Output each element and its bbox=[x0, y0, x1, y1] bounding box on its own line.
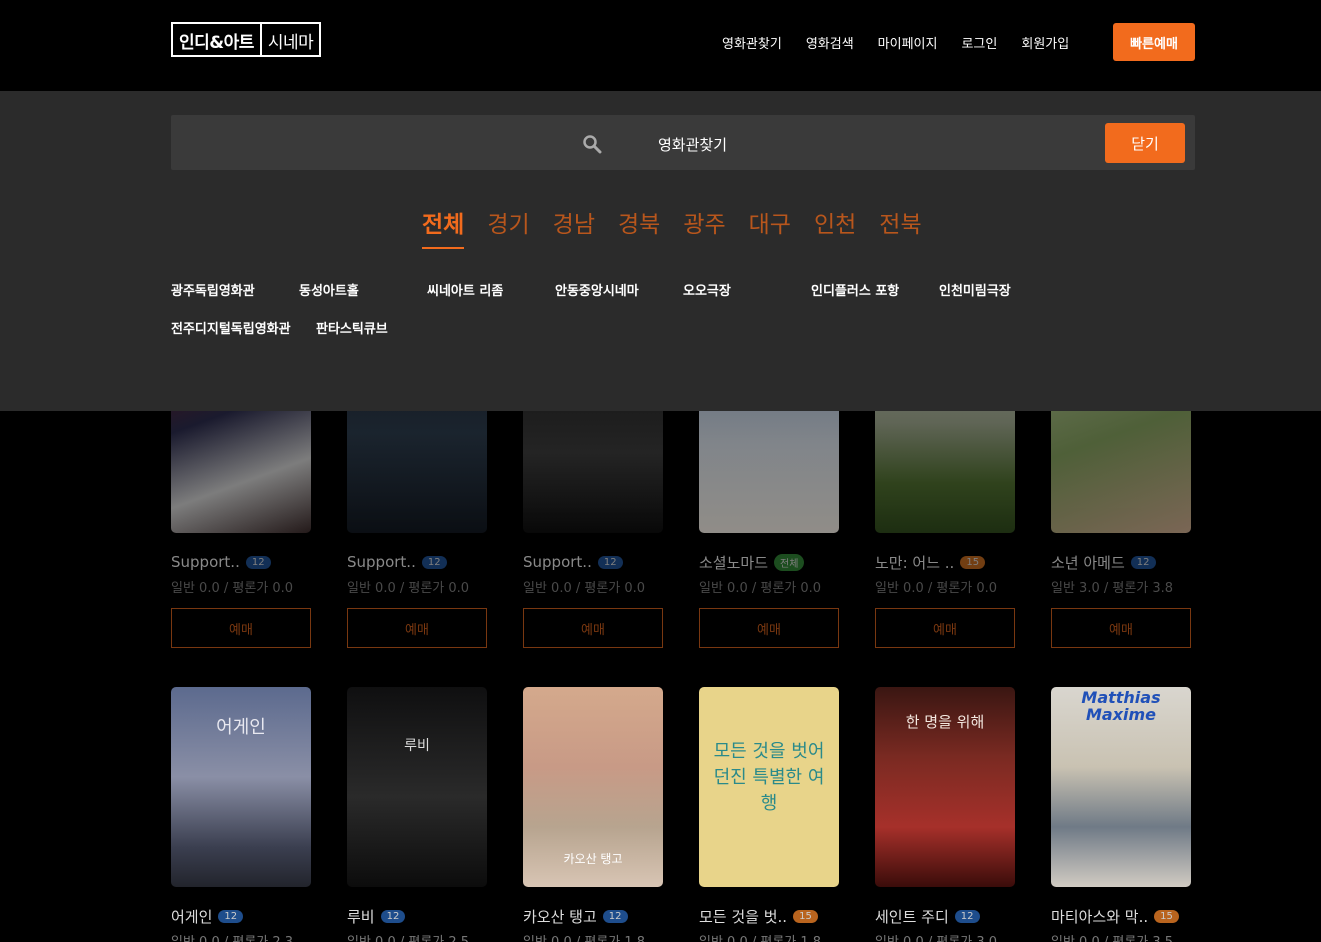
main-nav: 영화관찾기 영화검색 마이페이지 로그인 회원가입 bbox=[722, 33, 1093, 52]
movie-score: 일반 0.0 / 평론가 2.5 bbox=[347, 931, 487, 942]
movie-poster[interactable]: 루비 bbox=[347, 687, 487, 887]
movie-poster[interactable]: 카오산 탱고 bbox=[523, 687, 663, 887]
rating-badge: 15 bbox=[960, 555, 986, 569]
poster-title: Matthias Maxime bbox=[1081, 688, 1161, 724]
movie-card[interactable]: 어게인 어게인 12 일반 0.0 / 평론가 2.3 bbox=[171, 687, 311, 942]
rating-badge: 12 bbox=[421, 555, 447, 569]
nav-login[interactable]: 로그인 bbox=[961, 33, 997, 52]
movie-score: 일반 3.0 / 평론가 3.8 bbox=[1051, 581, 1174, 596]
rating-badge: 12 bbox=[218, 909, 244, 923]
finder-search-bar: 영화관찾기 닫기 bbox=[171, 115, 1195, 170]
logo-sub: 시네마 bbox=[259, 24, 319, 55]
movie-score: 일반 0.0 / 평론가 0.0 bbox=[875, 581, 998, 596]
rating-badge: 12 bbox=[245, 555, 271, 569]
rating-badge: 12 bbox=[602, 909, 628, 923]
site-header: 인디&아트 시네마 영화관찾기 영화검색 마이페이지 로그인 회원가입 빠른예매 bbox=[0, 0, 1321, 91]
nav-signup[interactable]: 회원가입 bbox=[1021, 33, 1069, 52]
movie-card[interactable]: Matthias Maxime 마티아스와 막.. 15 일반 0.0 / 평론가… bbox=[1051, 687, 1191, 942]
theater-link[interactable]: 동성아트홀 bbox=[299, 280, 359, 299]
theater-link[interactable]: 오오극장 bbox=[683, 280, 731, 299]
movie-title[interactable]: 노만: 어느 .. bbox=[875, 552, 954, 573]
movie-title[interactable]: Support.. bbox=[171, 553, 240, 571]
movie-title[interactable]: 세인트 주디 bbox=[875, 906, 949, 927]
rating-badge: 12 bbox=[597, 555, 623, 569]
movie-poster[interactable]: Matthias Maxime bbox=[1051, 687, 1191, 887]
movie-score: 일반 0.0 / 평론가 1.8 bbox=[699, 931, 839, 942]
nav-mypage[interactable]: 마이페이지 bbox=[878, 33, 938, 52]
region-tab-all[interactable]: 전체 bbox=[422, 205, 465, 249]
rating-badge: 12 bbox=[954, 909, 980, 923]
rating-badge: 12 bbox=[1130, 555, 1156, 569]
movie-title[interactable]: 소셜노마드 bbox=[699, 552, 768, 573]
movie-score: 일반 0.0 / 평론가 0.0 bbox=[171, 581, 294, 596]
movie-score: 일반 0.0 / 평론가 0.0 bbox=[347, 581, 470, 596]
region-tab-incheon[interactable]: 인천 bbox=[814, 205, 856, 249]
poster-title: 루비 bbox=[404, 738, 430, 754]
site-logo[interactable]: 인디&아트 시네마 bbox=[171, 22, 322, 57]
movie-title[interactable]: Support.. bbox=[523, 553, 592, 571]
quick-booking-button[interactable]: 빠른예매 bbox=[1113, 23, 1195, 61]
movie-card[interactable]: 한 명을 위해 세인트 주디 12 일반 0.0 / 평론가 3.0 bbox=[875, 687, 1015, 942]
poster-title: 어게인 bbox=[216, 717, 266, 738]
movie-title[interactable]: 마티아스와 막.. bbox=[1051, 906, 1148, 927]
region-tab-gyeongnam[interactable]: 경남 bbox=[553, 205, 595, 249]
region-tab-gyeonggi[interactable]: 경기 bbox=[487, 205, 529, 249]
movie-poster[interactable]: 한 명을 위해 bbox=[875, 687, 1015, 887]
movie-poster[interactable]: 모든 것을 벗어 던진 특별한 여행 bbox=[699, 687, 839, 887]
movie-title[interactable]: 어게인 bbox=[171, 906, 212, 927]
movie-poster[interactable]: 어게인 bbox=[171, 687, 311, 887]
movie-title[interactable]: 루비 bbox=[347, 906, 375, 927]
book-button[interactable]: 예매 bbox=[523, 608, 663, 648]
theater-link[interactable]: 인디플러스 포항 bbox=[811, 280, 899, 299]
movie-score: 일반 0.0 / 평론가 0.0 bbox=[699, 581, 822, 596]
book-button[interactable]: 예매 bbox=[171, 608, 311, 648]
region-tab-gwangju[interactable]: 광주 bbox=[683, 205, 725, 249]
rating-badge: 15 bbox=[793, 909, 818, 923]
close-button[interactable]: 닫기 bbox=[1105, 123, 1185, 163]
movie-score: 일반 0.0 / 평론가 1.8 bbox=[523, 931, 663, 942]
movie-score: 일반 0.0 / 평론가 3.0 bbox=[875, 931, 1015, 942]
book-button[interactable]: 예매 bbox=[699, 608, 839, 648]
book-button[interactable]: 예매 bbox=[1051, 608, 1191, 648]
theater-link[interactable]: 인천미림극장 bbox=[939, 280, 1011, 299]
nav-theater-finder[interactable]: 영화관찾기 bbox=[722, 33, 782, 52]
region-tabs: 전체 경기 경남 경북 광주 대구 인천 전북 bbox=[422, 205, 945, 249]
region-tab-daegu[interactable]: 대구 bbox=[749, 205, 791, 249]
search-icon bbox=[583, 135, 602, 154]
movie-title[interactable]: 카오산 탱고 bbox=[523, 906, 597, 927]
movie-title[interactable]: Support.. bbox=[347, 553, 416, 571]
finder-title: 영화관찾기 bbox=[658, 136, 728, 154]
region-tab-gyeongbuk[interactable]: 경북 bbox=[618, 205, 660, 249]
theater-link[interactable]: 전주디지털독립영화관 bbox=[171, 318, 291, 337]
region-tab-jeonbuk[interactable]: 전북 bbox=[879, 205, 921, 249]
movie-score: 일반 0.0 / 평론가 0.0 bbox=[523, 581, 646, 596]
movie-card[interactable]: 카오산 탱고 카오산 탱고 12 일반 0.0 / 평론가 1.8 bbox=[523, 687, 663, 942]
movie-card[interactable]: 모든 것을 벗어 던진 특별한 여행 모든 것을 벗.. 15 일반 0.0 / … bbox=[699, 687, 839, 942]
theater-finder-panel: 영화관찾기 닫기 전체 경기 경남 경북 광주 대구 인천 전북 광주독립영화관… bbox=[0, 91, 1321, 411]
logo-main: 인디&아트 bbox=[179, 33, 254, 53]
theater-link[interactable]: 씨네아트 리좀 bbox=[427, 280, 503, 299]
rating-badge: 12 bbox=[380, 909, 406, 923]
poster-title: 카오산 탱고 bbox=[563, 852, 623, 866]
rating-badge: 전체 bbox=[774, 553, 805, 571]
movie-score: 일반 0.0 / 평론가 2.3 bbox=[171, 931, 311, 942]
poster-title: 한 명을 위해 bbox=[905, 713, 985, 731]
theater-link[interactable]: 안동중앙시네마 bbox=[555, 280, 639, 299]
theater-link[interactable]: 판타스틱큐브 bbox=[316, 318, 388, 337]
book-button[interactable]: 예매 bbox=[347, 608, 487, 648]
movie-title[interactable]: 소년 아메드 bbox=[1051, 552, 1125, 573]
movie-score: 일반 0.0 / 평론가 3.5 bbox=[1051, 931, 1191, 942]
rating-badge: 15 bbox=[1154, 909, 1179, 923]
nav-movie-search[interactable]: 영화검색 bbox=[806, 33, 854, 52]
movie-card[interactable]: 루비 루비 12 일반 0.0 / 평론가 2.5 bbox=[347, 687, 487, 942]
poster-title: 모든 것을 벗어 던진 특별한 여행 bbox=[713, 741, 825, 814]
movie-title[interactable]: 모든 것을 벗.. bbox=[699, 906, 787, 927]
theater-link[interactable]: 광주독립영화관 bbox=[171, 280, 255, 299]
book-button[interactable]: 예매 bbox=[875, 608, 1015, 648]
